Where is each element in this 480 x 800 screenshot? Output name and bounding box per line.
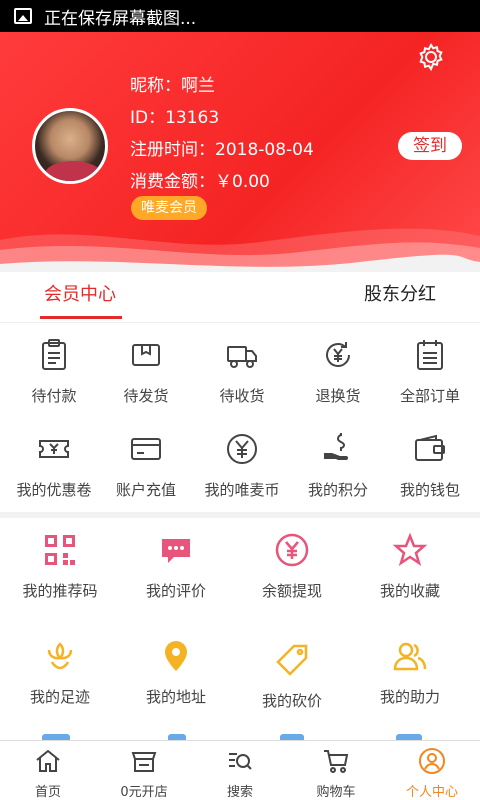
header-wave (0, 228, 480, 272)
feature-withdraw[interactable]: 余额提现 (232, 532, 352, 601)
feature-label: 我的助力 (379, 688, 440, 706)
truck-icon (227, 346, 257, 368)
feature-referral-code[interactable]: 我的推荐码 (0, 532, 120, 601)
register-date: 注册时间：2018-08-04 (130, 140, 314, 160)
package-icon (132, 344, 160, 366)
member-tabs: 会员中心 股东分红 (0, 272, 480, 322)
feature-label: 余额提现 (261, 582, 322, 600)
qrcode-icon (45, 535, 75, 565)
order-label: 退换货 (315, 387, 361, 405)
feature-label: 我的砍价 (261, 692, 322, 710)
spending-amount: 消费金额：￥0.00 (130, 172, 270, 192)
feature-bargain[interactable]: 我的砍价 (232, 642, 352, 711)
order-all[interactable]: 全部订单 (382, 337, 478, 406)
card-icon (131, 438, 161, 460)
clipboard-icon (42, 339, 66, 370)
order-pending-payment[interactable]: 待付款 (6, 337, 102, 406)
tag-icon (276, 644, 308, 676)
account-coupons[interactable]: 我的优惠卷 (6, 431, 102, 500)
status-text: 正在保存屏幕截图... (44, 8, 197, 29)
search-list-icon (229, 753, 252, 770)
order-label: 全部订单 (399, 387, 460, 405)
bottom-navigation: 首页 0元开店 搜索 购物车 个人中心 (0, 740, 480, 800)
account-label: 我的唯麦币 (204, 481, 280, 499)
location-pin-icon (165, 641, 187, 671)
chat-icon (162, 539, 190, 563)
avatar[interactable] (32, 108, 108, 184)
tab-shareholder-dividend[interactable]: 股东分红 (320, 272, 480, 318)
order-pending-receipt[interactable]: 待收货 (194, 337, 290, 406)
yuan-circle-icon (275, 533, 309, 567)
nickname: 昵称：啊兰 (130, 76, 215, 96)
account-label: 账户充值 (115, 481, 176, 499)
calendar-list-icon (417, 340, 443, 370)
nav-cart[interactable]: 购物车 (288, 741, 384, 800)
feature-label: 我的收藏 (379, 582, 440, 600)
features-grid: 我的推荐码 我的评价 余额提现 我的收藏 我的足迹 我的地址 我的砍价 我的助力 (0, 518, 480, 740)
profile-header: 昵称：啊兰 ID：13163 注册时间：2018-08-04 消费金额：￥0.0… (0, 32, 480, 272)
order-returns[interactable]: 退换货 (290, 337, 386, 406)
status-bar: 正在保存屏幕截图... (0, 0, 480, 32)
nav-open-store[interactable]: 0元开店 (96, 741, 192, 800)
nav-label: 搜索 (226, 785, 253, 800)
wallet-icon (415, 434, 445, 461)
account-coins[interactable]: 我的唯麦币 (194, 431, 290, 500)
nav-profile[interactable]: 个人中心 (384, 741, 480, 800)
account-recharge[interactable]: 账户充值 (98, 431, 194, 500)
nav-home[interactable]: 首页 (0, 741, 96, 800)
order-label: 待收货 (219, 387, 265, 405)
account-points[interactable]: 我的积分 (290, 431, 386, 500)
image-icon (14, 8, 32, 24)
feature-label: 我的地址 (145, 688, 206, 706)
order-label: 待付款 (31, 387, 77, 405)
feature-favorites[interactable]: 我的收藏 (350, 532, 470, 601)
settings-gear-icon[interactable] (416, 42, 446, 72)
account-label: 我的钱包 (399, 481, 460, 499)
feature-footprints[interactable]: 我的足迹 (0, 638, 120, 707)
order-label: 待发货 (123, 387, 169, 405)
cart-icon (324, 750, 349, 773)
account-label: 我的优惠卷 (16, 481, 92, 499)
orders-grid: 待付款 待发货 待收货 退换货 全部订单 我的优惠卷 账户充值 我的唯麦币 我的… (0, 322, 480, 512)
hand-coin-icon (324, 433, 348, 460)
flower-icon (47, 642, 73, 670)
coupon-icon (39, 440, 69, 458)
nav-label: 首页 (34, 785, 61, 800)
yuan-refresh-icon (326, 342, 350, 367)
star-icon (392, 532, 428, 566)
feature-reviews[interactable]: 我的评价 (116, 532, 236, 601)
nav-search[interactable]: 搜索 (192, 741, 288, 800)
feature-address[interactable]: 我的地址 (116, 638, 236, 707)
people-icon (393, 642, 427, 671)
nav-label: 个人中心 (405, 785, 458, 800)
profile-info: 昵称：啊兰 ID：13163 注册时间：2018-08-04 消费金额：￥0.0… (130, 70, 314, 198)
feature-label: 我的足迹 (29, 688, 90, 706)
nav-label: 0元开店 (120, 785, 168, 800)
signin-button[interactable]: 签到 (398, 132, 462, 160)
feature-label: 我的推荐码 (22, 582, 98, 600)
user-circle-icon (419, 748, 445, 774)
feature-label: 我的评价 (145, 582, 206, 600)
order-pending-shipment[interactable]: 待发货 (98, 337, 194, 406)
account-wallet[interactable]: 我的钱包 (382, 431, 478, 500)
nav-label: 购物车 (316, 785, 356, 800)
yuan-coin-icon (227, 434, 257, 464)
store-icon (131, 752, 157, 772)
user-id: ID：13163 (130, 108, 220, 128)
feature-assist[interactable]: 我的助力 (350, 638, 470, 707)
home-icon (36, 749, 60, 772)
tab-member-center[interactable]: 会员中心 (0, 272, 160, 322)
account-label: 我的积分 (307, 481, 368, 499)
